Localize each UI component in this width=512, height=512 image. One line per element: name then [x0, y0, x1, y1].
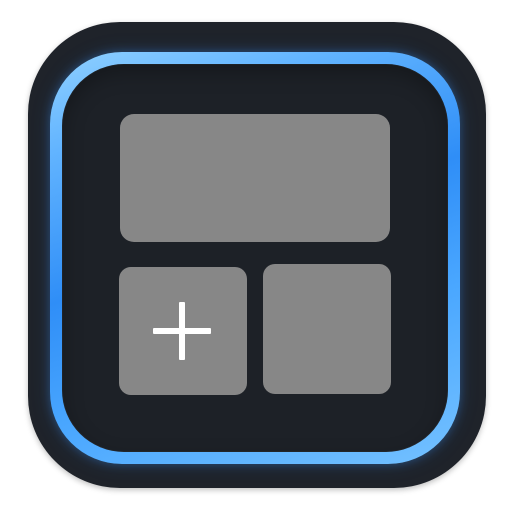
- app-icon-stage: [0, 0, 512, 512]
- top-widget-card: [120, 114, 390, 242]
- plus-icon: [153, 302, 211, 360]
- bottom-right-widget-card: [263, 264, 391, 394]
